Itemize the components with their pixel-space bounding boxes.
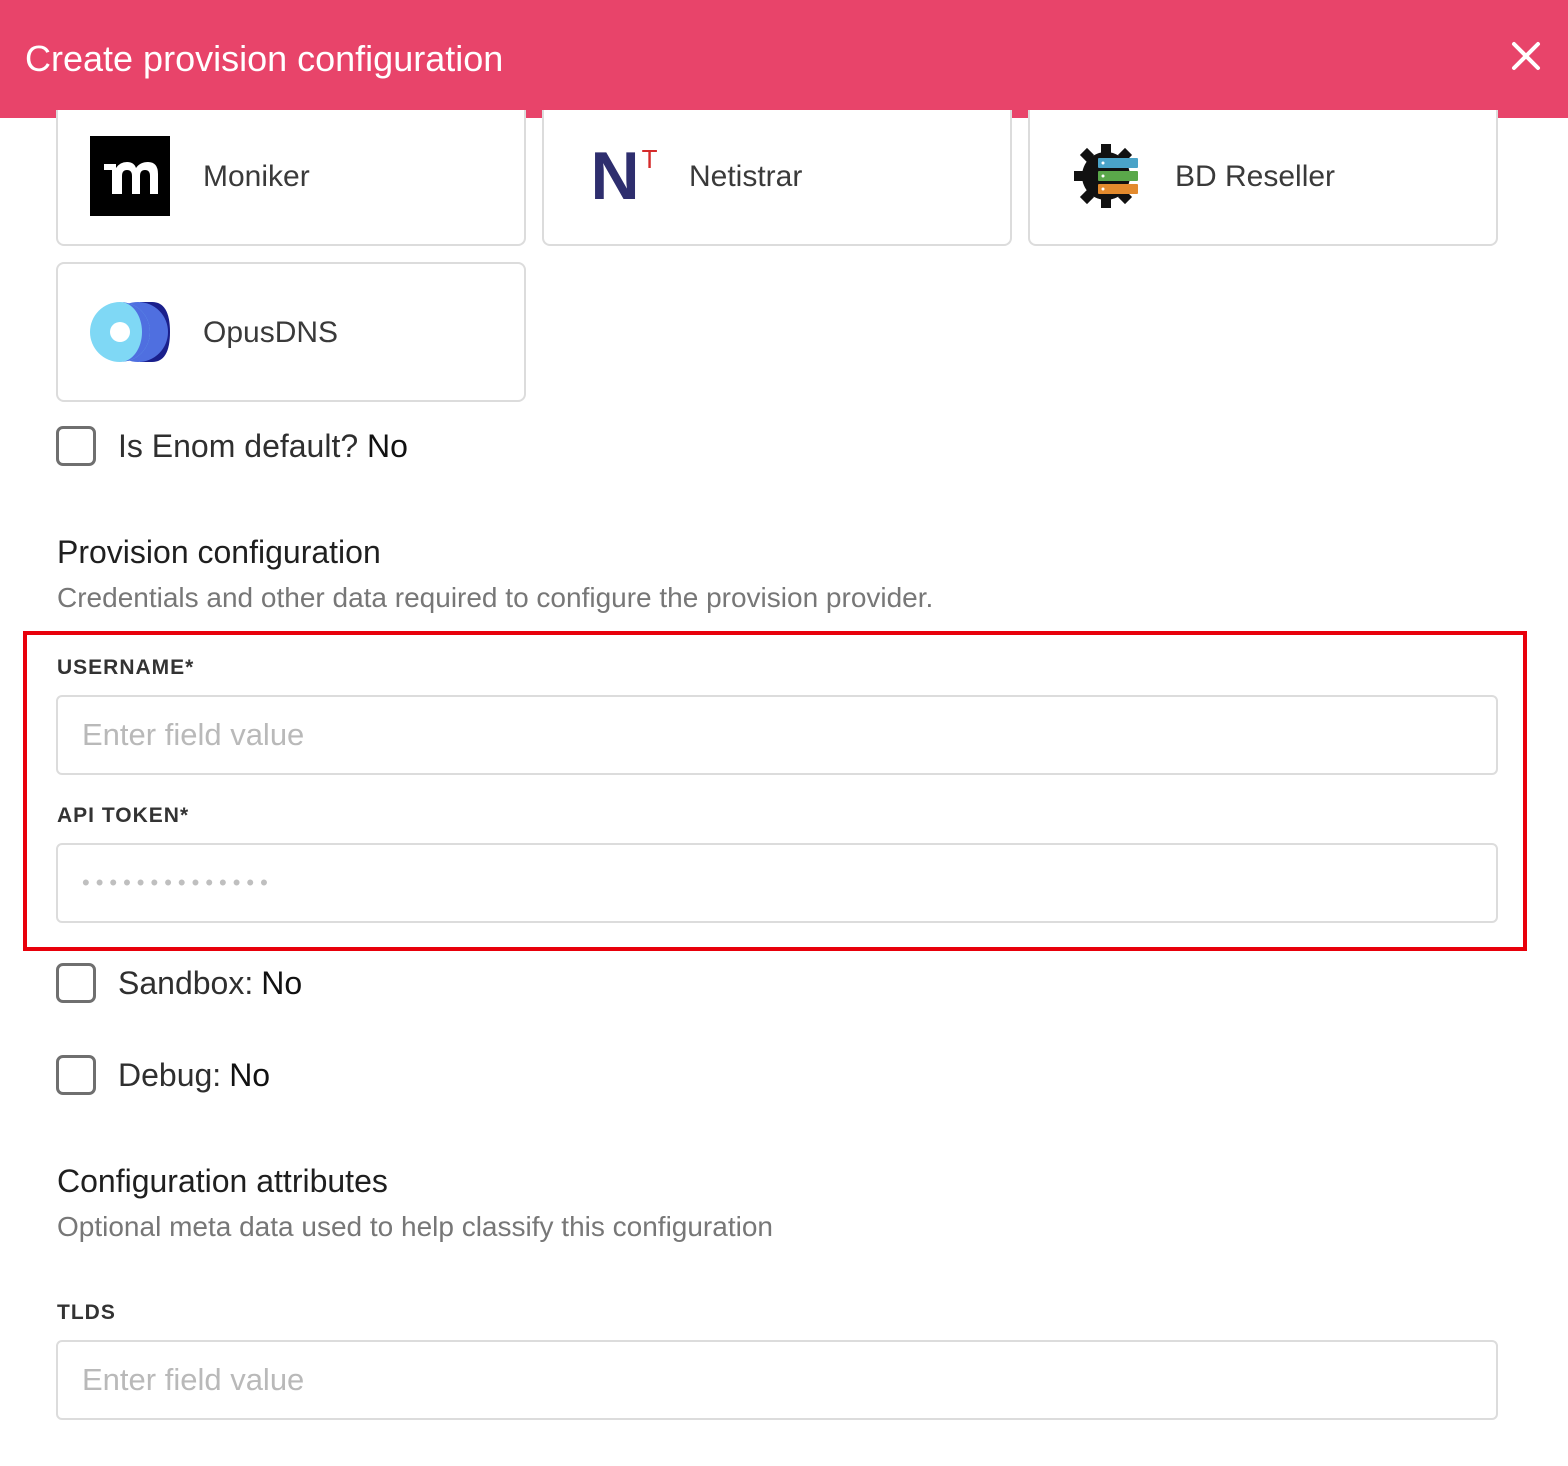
provider-card-netistrar[interactable]: N T Netistrar [542, 110, 1012, 246]
provision-section-title: Provision configuration [57, 534, 381, 570]
debug-label: Debug: No [118, 1056, 271, 1093]
enom-default-label: Is Enom default? No [118, 427, 408, 464]
tlds-label: TLDS [57, 1301, 116, 1324]
debug-checkbox[interactable] [56, 1055, 96, 1095]
sandbox-checkbox[interactable] [56, 963, 96, 1003]
provider-card-bd-reseller[interactable]: BD Reseller [1028, 110, 1498, 246]
provider-name: Netistrar [689, 160, 803, 193]
provider-name: Moniker [203, 160, 310, 193]
moniker-logo-icon [90, 136, 170, 216]
api-token-input[interactable] [56, 843, 1498, 923]
attributes-section-title: Configuration attributes [57, 1163, 388, 1199]
sandbox-toggle[interactable]: Sandbox: No [56, 963, 302, 1003]
provision-section-description: Credentials and other data required to c… [57, 582, 934, 613]
username-input[interactable] [56, 695, 1498, 775]
debug-value: No [229, 1056, 271, 1093]
netistrar-logo-letter: N [590, 138, 640, 214]
opusdns-logo-icon [90, 292, 170, 372]
enom-default-value: No [367, 427, 408, 464]
provider-card-moniker[interactable]: Moniker [56, 110, 526, 246]
sandbox-label: Sandbox: No [118, 964, 303, 1001]
tlds-input[interactable] [56, 1340, 1498, 1420]
modal-title: Create provision configuration [25, 38, 504, 79]
sandbox-value: No [261, 964, 303, 1001]
netistrar-logo-superscript: T [641, 144, 658, 174]
attributes-section-description: Optional meta data used to help classify… [57, 1211, 773, 1242]
provider-card-opusdns[interactable]: OpusDNS [56, 262, 526, 402]
modal-header: Create provision configuration [0, 0, 1568, 118]
debug-toggle[interactable]: Debug: No [56, 1055, 270, 1095]
username-label: USERNAME* [57, 656, 195, 679]
provider-name: OpusDNS [203, 316, 339, 349]
enom-default-checkbox[interactable] [56, 426, 96, 466]
enom-default-toggle[interactable]: Is Enom default? No [56, 426, 408, 466]
close-icon[interactable] [1506, 36, 1546, 76]
bd-reseller-gear-icon [1068, 136, 1148, 216]
api-token-label: API TOKEN* [57, 804, 190, 827]
netistrar-logo-icon: N T [584, 136, 664, 216]
provider-name: BD Reseller [1175, 160, 1336, 193]
